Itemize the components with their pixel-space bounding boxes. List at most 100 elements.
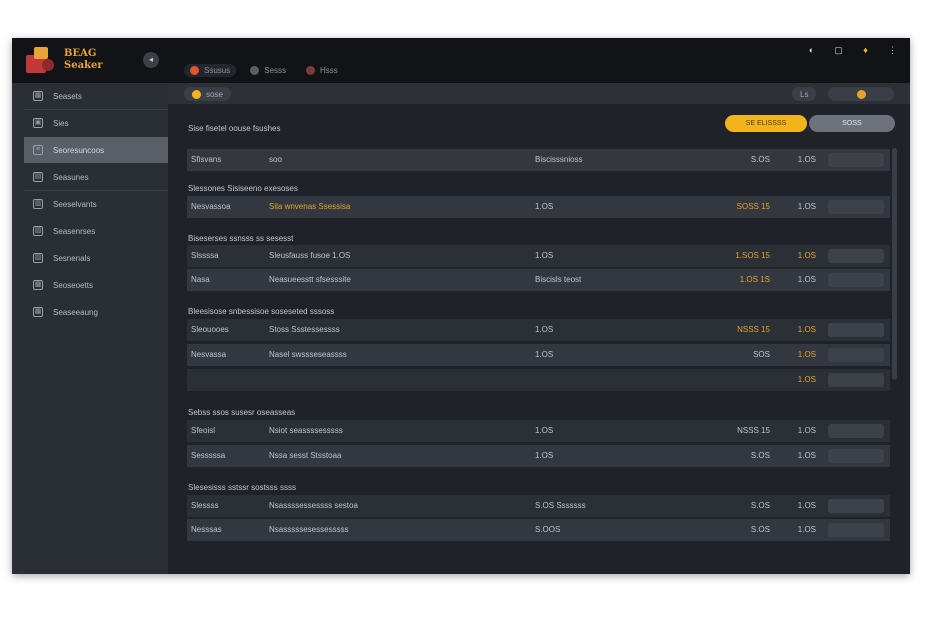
sidebar-item-3[interactable]: ▤ Seasunes — [24, 164, 168, 190]
grid-icon: ▦ — [33, 91, 43, 101]
sidebar-item-label: Seasunes — [53, 172, 89, 182]
section-title: Slessones Sisiseeno exesoses — [188, 184, 298, 193]
sidebar-toggle-button[interactable]: ◂ — [143, 52, 159, 68]
app-name-line1: BEAG — [64, 48, 97, 59]
cell: NSSS 15 — [737, 426, 770, 435]
cell: Nsassssessessss sestoa — [269, 501, 358, 510]
cell: 1.OS — [797, 251, 816, 260]
cell: 1.OS — [797, 202, 816, 211]
row-action-button[interactable] — [828, 249, 884, 263]
sidebar-item-7[interactable]: ▩ Seoseoetts — [24, 272, 168, 298]
tab-home-icon — [190, 66, 199, 75]
app-name-line2: Seaker — [64, 60, 103, 71]
sub-toolbar: sose Ls — [168, 83, 910, 104]
cell: S.OS — [750, 525, 770, 534]
cell: 1.OS — [535, 202, 554, 211]
sidebar-item-label: Seaseeaung — [53, 307, 98, 317]
sidebar: ▦ Seasets ▣ Sies ≡ Seoresuncoos ▤ Seasunes ▥… — [12, 83, 168, 574]
row-action-button[interactable] — [828, 348, 884, 362]
sidebar-item-1[interactable]: ▣ Sies — [24, 110, 168, 136]
filter-chip-label: sose — [206, 89, 223, 99]
sidebar-item-8[interactable]: ▦ Seaseeaung — [24, 299, 168, 325]
bell-icon[interactable]: ♦ — [858, 44, 873, 56]
sidebar-item-2[interactable]: ≡ Seoresuncoos — [24, 137, 168, 163]
page-title: Sise fisetel oouse fsushes — [188, 124, 281, 133]
cell: 1.OS — [797, 451, 816, 460]
row-action-button[interactable] — [828, 523, 884, 537]
filter-chip[interactable]: sose — [184, 87, 231, 101]
image-icon: ▩ — [33, 280, 43, 290]
table-row[interactable]: Sesssssa Nssa sesst Stsstoaa 1.OS S.OS 1… — [187, 445, 890, 467]
table-row[interactable]: Slessss Nsassssessessss sestoa S.OS Ssss… — [187, 495, 890, 517]
row-action-button[interactable] — [828, 373, 884, 387]
sidebar-item-label: Seeselvants — [53, 199, 97, 209]
cell: 1.OS — [797, 350, 816, 359]
sidebar-item-label: Sesnenals — [53, 253, 91, 263]
scrollbar[interactable] — [892, 148, 897, 380]
row-action-button[interactable] — [828, 449, 884, 463]
row-action-button[interactable] — [828, 424, 884, 438]
table-row[interactable]: Nesssas Nsasssssesessesssss S.OOS S.OS 1… — [187, 519, 890, 541]
table-row[interactable]: 1.OS — [187, 369, 890, 391]
avatar — [856, 89, 866, 99]
cell: 1.OS — [797, 525, 816, 534]
section-title: Bleesisose snbessisoe soseseted sssoss — [188, 307, 335, 316]
row-action-button[interactable] — [828, 323, 884, 337]
sidebar-item-label: Seasets — [53, 91, 82, 101]
cell: 1.SOS 15 — [735, 251, 770, 260]
tab-third-label: Hsss — [320, 66, 338, 75]
row-action-button[interactable] — [828, 273, 884, 287]
calendar-icon: ▦ — [33, 307, 43, 317]
sidebar-item-label: Seoresuncoos — [53, 145, 105, 155]
sidebar-item-label: Seoseoetts — [53, 280, 94, 290]
logo-icon — [26, 47, 54, 73]
window-icon[interactable]: ▢ — [831, 44, 846, 56]
secondary-action-button[interactable]: SOSS — [809, 115, 895, 132]
cell: 1.OS — [535, 350, 554, 359]
section-title: Sebss ssos susesr oseasseas — [188, 408, 296, 417]
sidebar-item-label: Seasenrses — [53, 226, 96, 236]
top-tabs: Ssusus Sesss Hsss — [184, 64, 344, 77]
cell: 1.OS — [535, 451, 554, 460]
tab-second-label: Sesss — [264, 66, 287, 75]
cell: Neasueesstt sfsesssite — [269, 275, 351, 284]
table-row[interactable]: Nasa Neasueesstt sfsesssite Biscisls teo… — [187, 269, 890, 291]
cell: 1.OS — [535, 426, 554, 435]
app-name: BEAG Seaker — [64, 48, 103, 72]
sidebar-item-5[interactable]: ▧ Seasenrses — [24, 218, 168, 244]
cell: S.OS Sssssss — [535, 501, 586, 510]
cell: Sleusfauss fusoe 1.OS — [269, 251, 351, 260]
box-icon: ▣ — [33, 118, 43, 128]
cell: Nasel swssseseassss — [269, 350, 347, 359]
table-row[interactable]: Slssssa Sleusfauss fusoe 1.OS 1.OS 1.SOS… — [187, 245, 890, 267]
more-icon[interactable]: ⋮ — [885, 44, 900, 56]
sidebar-item-6[interactable]: ▨ Sesnenals — [24, 245, 168, 271]
table-row[interactable]: Nesvassoa Sila wnvenas Ssessisa 1.OS SOS… — [187, 196, 890, 218]
tab-home[interactable]: Ssusus — [184, 64, 237, 77]
sidebar-item-0[interactable]: ▦ Seasets — [24, 83, 168, 109]
cell: Nsasssssesessesssss — [269, 525, 349, 534]
primary-action-button[interactable]: SE ELISSSS — [725, 115, 807, 132]
coin-icon — [192, 89, 201, 99]
table-row[interactable]: Sfeoisl Nsiot seassssesssss 1.OS NSSS 15… — [187, 420, 890, 442]
folder-icon: ▨ — [33, 253, 43, 263]
cell: Nsiot seassssesssss — [269, 426, 343, 435]
row-action-button[interactable] — [828, 200, 884, 214]
cell: 1.OS — [535, 325, 554, 334]
tab-third[interactable]: Hsss — [300, 64, 344, 77]
row-action-button[interactable] — [828, 499, 884, 513]
table-row[interactable]: Nesvassa Nasel swssseseassss 1.OS SOS 1.… — [187, 344, 890, 366]
table-row[interactable]: Sleouooes Stoss Ssstessessss 1.OS NSSS 1… — [187, 319, 890, 341]
user-chip[interactable] — [828, 87, 894, 101]
toggle-icon[interactable]: ◐ — [804, 44, 819, 56]
cell: S.OS — [750, 501, 770, 510]
cell: S.OS — [750, 451, 770, 460]
layout-chip[interactable]: Ls — [792, 87, 817, 101]
app-window: BEAG Seaker ◂ Ssusus Sesss Hsss ◐ ▢ ♦ ⋮ … — [12, 38, 910, 574]
sidebar-item-4[interactable]: ▥ Seeselvants — [24, 191, 168, 217]
row-action-button[interactable] — [828, 153, 884, 167]
window-controls: ◐ ▢ ♦ ⋮ — [804, 44, 900, 56]
tab-home-label: Ssusus — [204, 66, 231, 75]
layout-chip-label: Ls — [800, 89, 809, 99]
tab-second[interactable]: Sesss — [244, 64, 292, 77]
